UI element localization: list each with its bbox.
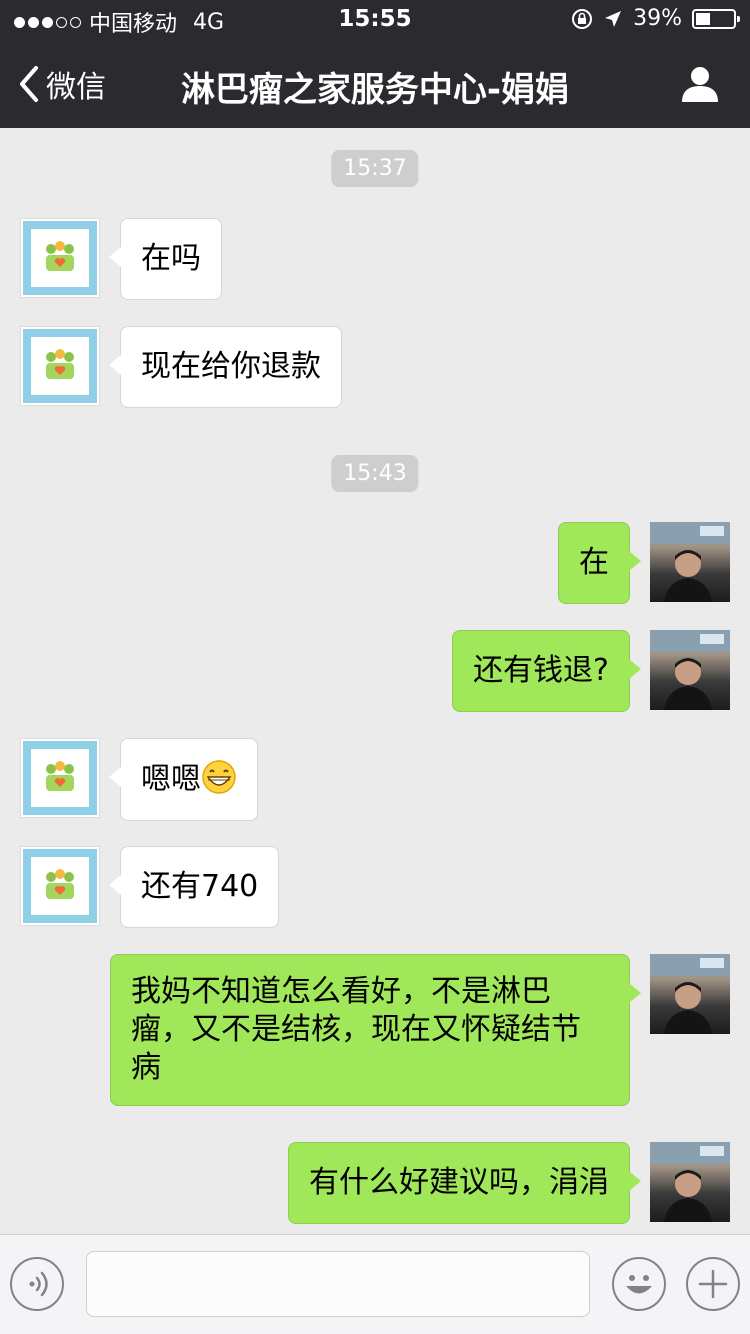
avatar[interactable] <box>650 1142 730 1222</box>
input-bar <box>0 1234 750 1334</box>
nav-bar: 微信 淋巴瘤之家服务中心-娟娟 <box>0 40 750 128</box>
status-bar: 中国移动 4G 15:55 39% <box>0 0 750 40</box>
logo-icon <box>23 849 97 923</box>
message-row: 在吗 <box>0 218 750 300</box>
timestamp: 15:37 <box>331 150 419 187</box>
message-bubble[interactable]: 还有钱退? <box>452 630 641 712</box>
message-row: 还有740 <box>0 846 750 928</box>
plus-button[interactable] <box>686 1257 740 1311</box>
grin-emoji-icon <box>202 760 236 794</box>
user-photo-icon <box>650 522 730 602</box>
user-photo-icon <box>650 1142 730 1222</box>
logo-icon <box>23 329 97 403</box>
battery-icon <box>692 8 740 29</box>
logo-icon <box>23 741 97 815</box>
battery-percent: 39% <box>633 6 682 31</box>
message-row: 有什么好建议吗，涓涓 <box>0 1142 750 1224</box>
chat-title: 淋巴瘤之家服务中心-娟娟 <box>180 70 570 110</box>
message-text: 嗯嗯 <box>141 762 201 797</box>
emoji-button[interactable] <box>612 1257 666 1311</box>
message-bubble[interactable]: 还有740 <box>108 846 280 928</box>
user-photo-icon <box>650 954 730 1034</box>
message-bubble[interactable]: 在吗 <box>109 218 222 300</box>
top-bar: 中国移动 4G 15:55 39% 微信 淋巴瘤之家服务中心-娟娟 <box>0 0 750 128</box>
message-row: 现在给你退款 <box>0 326 750 408</box>
avatar[interactable] <box>20 738 100 818</box>
message-bubble[interactable]: 有什么好建议吗，涓涓 <box>288 1142 641 1224</box>
message-bubble[interactable]: 在 <box>558 522 641 604</box>
timestamp: 15:43 <box>331 455 419 492</box>
message-row: 还有钱退? <box>0 630 750 712</box>
chat-area[interactable]: 15:37 在吗 现在给你退款 15:43 在 还有钱退? 嗯嗯 还有740 我… <box>0 128 750 1234</box>
avatar[interactable] <box>650 630 730 710</box>
orientation-lock-icon <box>572 8 593 29</box>
location-icon <box>605 10 622 27</box>
avatar[interactable] <box>20 846 100 926</box>
voice-button[interactable] <box>10 1257 64 1311</box>
avatar[interactable] <box>650 522 730 602</box>
avatar[interactable] <box>650 954 730 1034</box>
message-input[interactable] <box>86 1251 590 1317</box>
logo-icon <box>23 221 97 295</box>
person-icon[interactable] <box>680 64 720 104</box>
message-row: 我妈不知道怎么看好，不是淋巴瘤，又不是结核，现在又怀疑结节病 <box>0 954 750 1114</box>
message-row: 嗯嗯 <box>0 738 750 821</box>
message-bubble[interactable]: 现在给你退款 <box>109 326 342 408</box>
message-bubble[interactable]: 我妈不知道怎么看好，不是淋巴瘤，又不是结核，现在又怀疑结节病 <box>110 954 641 1106</box>
avatar[interactable] <box>20 326 100 406</box>
voice-icon <box>29 1271 48 1297</box>
plus-icon <box>698 1269 728 1299</box>
emoji-icon <box>626 1275 652 1294</box>
message-bubble[interactable]: 嗯嗯 <box>109 738 258 821</box>
message-row: 在 <box>0 522 750 604</box>
avatar[interactable] <box>20 218 100 298</box>
user-photo-icon <box>650 630 730 710</box>
